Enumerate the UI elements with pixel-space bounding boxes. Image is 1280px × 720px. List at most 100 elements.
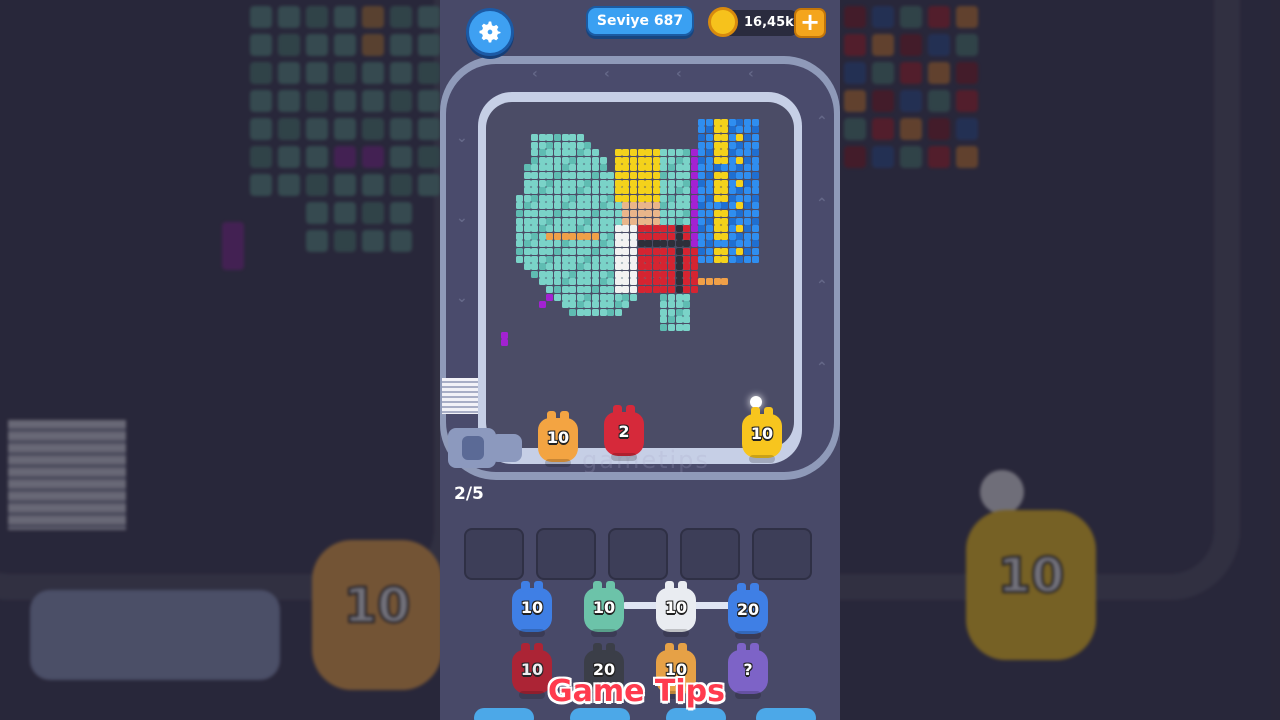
pixel-block — [569, 286, 577, 293]
pixel-block — [698, 172, 706, 179]
pixel-block — [622, 263, 630, 271]
pixel-block — [645, 156, 653, 164]
pixel-block — [728, 141, 736, 149]
holding-slot-1[interactable] — [464, 528, 524, 580]
pixel-block — [576, 172, 584, 179]
pixel-block — [751, 149, 759, 157]
pixel-block — [630, 293, 637, 301]
pixel-block — [744, 118, 751, 126]
pixel-block — [675, 308, 683, 316]
pixel-block — [592, 164, 599, 172]
queue-pig-mystery[interactable]: ? — [728, 643, 768, 699]
pixel-block — [668, 187, 675, 195]
pixel-block — [531, 156, 539, 164]
pixel-block — [576, 156, 584, 164]
pixel-block — [751, 118, 759, 126]
pixel-block — [675, 217, 683, 225]
pixel-block — [683, 324, 691, 331]
pixel-block — [630, 179, 637, 187]
pixel-block — [538, 187, 546, 195]
pixel-block — [584, 270, 592, 278]
pixel-block — [675, 248, 683, 255]
pixel-block — [569, 301, 577, 309]
pixel-block — [744, 156, 751, 164]
pixel-block — [630, 156, 637, 164]
pixel-block — [721, 217, 729, 225]
pixel-block — [706, 202, 713, 210]
pixel-block — [652, 278, 660, 286]
queue-pig-teal[interactable]: 10 — [584, 581, 624, 637]
pixel-block — [614, 301, 622, 309]
pixel-block — [721, 172, 729, 179]
pixel-block — [599, 210, 607, 217]
pixel-block — [728, 202, 736, 210]
pixel-block — [652, 156, 660, 164]
pixel-block — [561, 202, 569, 210]
pixel-block — [561, 187, 569, 195]
add-coins-button[interactable]: + — [794, 8, 826, 38]
pixel-block — [736, 194, 744, 202]
pixel-block — [721, 187, 729, 195]
queue-pig-white[interactable]: 10 — [656, 581, 696, 637]
pixel-block — [576, 149, 584, 157]
coin-counter: 16,45k — [708, 7, 798, 37]
pixel-block — [576, 286, 584, 293]
pixel-block — [630, 164, 637, 172]
holding-slot-4[interactable] — [680, 528, 740, 580]
pixel-block — [698, 118, 706, 126]
conveyor-pig-orange[interactable]: 10 — [538, 411, 578, 467]
pixel-block — [744, 225, 751, 233]
pixel-block — [561, 141, 569, 149]
holding-slot-5[interactable] — [752, 528, 812, 580]
pixel-block — [538, 141, 546, 149]
pixel-block — [630, 240, 637, 248]
pixel-block — [637, 248, 645, 255]
pixel-block — [660, 225, 668, 233]
pixel-block — [561, 179, 569, 187]
pixel-block — [675, 164, 683, 172]
pixel-board[interactable]: gametips — [486, 102, 794, 474]
queue-pig-blue-2[interactable]: 20 — [728, 583, 768, 639]
pixel-block — [728, 210, 736, 217]
pixel-block — [538, 278, 546, 286]
pixel-block — [690, 179, 698, 187]
pixel-block — [736, 149, 744, 157]
pixel-block — [584, 164, 592, 172]
pixel-block — [538, 194, 546, 202]
pixel-block — [569, 134, 577, 141]
pixel-block — [690, 232, 698, 240]
pixel-block — [668, 293, 675, 301]
holding-slot-3[interactable] — [608, 528, 668, 580]
pixel-block — [614, 240, 622, 248]
pixel-block — [546, 255, 554, 263]
pixel-block — [576, 141, 584, 149]
queue-peek-3 — [666, 708, 726, 720]
pixel-block — [645, 217, 653, 225]
pixel-block — [561, 134, 569, 141]
conveyor-pig-yellow[interactable]: 10 — [742, 407, 782, 463]
queue-pig-red[interactable]: 10 — [512, 643, 552, 699]
pixel-block — [554, 164, 561, 172]
pixel-block — [675, 187, 683, 195]
conveyor-chevron-icon: ‹ — [748, 66, 754, 82]
pixel-block — [645, 172, 653, 179]
pixel-block — [751, 126, 759, 134]
holding-slot-2[interactable] — [536, 528, 596, 580]
pixel-block — [736, 240, 744, 248]
pixel-block — [538, 255, 546, 263]
pixel-block — [683, 149, 691, 157]
pixel-block — [683, 187, 691, 195]
pixel-block — [683, 248, 691, 255]
queue-pig-blue[interactable]: 10 — [512, 581, 552, 637]
pixel-block — [576, 179, 584, 187]
pixel-block — [713, 210, 721, 217]
pixel-block — [584, 308, 592, 316]
pixel-block — [668, 324, 675, 331]
settings-button[interactable] — [466, 8, 514, 56]
pixel-block — [576, 217, 584, 225]
pixel-block — [675, 286, 683, 293]
conveyor-pig-red[interactable]: 2 — [604, 405, 644, 461]
pixel-block — [690, 194, 698, 202]
pixel-block — [523, 194, 531, 202]
pixel-block — [614, 187, 622, 195]
